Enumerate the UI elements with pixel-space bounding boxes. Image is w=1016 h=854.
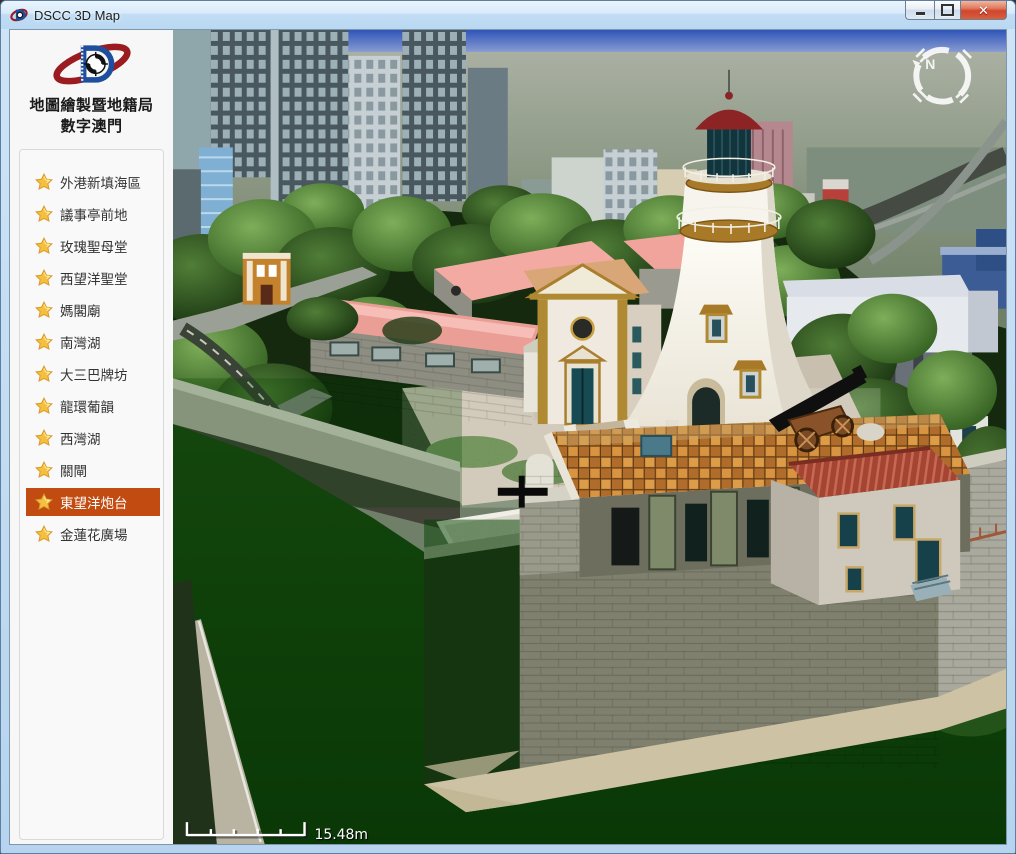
star-icon xyxy=(35,461,53,479)
agency-logo: 地圖繪製暨地籍局 數字澳門 xyxy=(10,30,173,137)
sidebar-item[interactable]: 南灣湖 xyxy=(26,328,160,356)
compass-north-label: N xyxy=(925,56,935,72)
sidebar-item-label: 金蓮花廣場 xyxy=(60,524,128,544)
window-title: DSCC 3D Map xyxy=(34,8,120,23)
sidebar-item[interactable]: 西灣湖 xyxy=(26,424,160,452)
minimize-button[interactable] xyxy=(905,1,934,20)
agency-name: 地圖繪製暨地籍局 xyxy=(10,95,173,116)
star-icon xyxy=(35,365,53,383)
sidebar-list: 外港新填海區 議事亭前地 玫瑰聖母堂 西望洋聖堂 媽閣廟 南灣湖 xyxy=(19,149,164,840)
maximize-icon xyxy=(941,4,954,16)
sidebar-item[interactable]: 西望洋聖堂 xyxy=(26,264,160,292)
star-icon xyxy=(35,269,53,287)
close-button[interactable]: ✕ xyxy=(961,1,1007,20)
sidebar-item-label: 外港新填海區 xyxy=(60,172,141,192)
sidebar-item[interactable]: 外港新填海區 xyxy=(26,168,160,196)
sidebar-item[interactable]: 金蓮花廣場 xyxy=(26,520,160,548)
minimize-icon xyxy=(916,12,925,15)
star-icon xyxy=(35,429,53,447)
star-icon xyxy=(35,237,53,255)
sidebar-item[interactable]: 關閘 xyxy=(26,456,160,484)
star-icon xyxy=(35,301,53,319)
app-icon xyxy=(10,7,28,23)
star-icon xyxy=(35,397,53,415)
sidebar-item[interactable]: 媽閣廟 xyxy=(26,296,160,324)
sidebar-item-label: 西灣湖 xyxy=(60,428,101,448)
product-name: 數字澳門 xyxy=(10,116,173,137)
sidebar-item-label: 關閘 xyxy=(60,460,87,480)
sidebar-item-label: 大三巴牌坊 xyxy=(60,364,128,384)
sidebar: 地圖繪製暨地籍局 數字澳門 外港新填海區 議事亭前地 玫瑰聖母堂 西望洋聖堂 xyxy=(10,30,173,844)
red-roof-house xyxy=(771,448,960,605)
map-3d-viewport[interactable]: N 15.48m xyxy=(173,30,1006,844)
sidebar-item-label: 南灣湖 xyxy=(60,332,101,352)
sidebar-item[interactable]: 議事亭前地 xyxy=(26,200,160,228)
title-bar[interactable]: DSCC 3D Map ✕ xyxy=(1,1,1015,29)
close-icon: ✕ xyxy=(978,4,989,17)
sidebar-item[interactable]: 龍環葡韻 xyxy=(26,392,160,420)
sidebar-item-label: 玫瑰聖母堂 xyxy=(60,236,128,256)
app-window: DSCC 3D Map ✕ 地圖繪製暨地籍局 數 xyxy=(0,0,1016,854)
sidebar-item-label: 媽閣廟 xyxy=(60,300,101,320)
maximize-button[interactable] xyxy=(934,1,961,20)
sidebar-item-label: 西望洋聖堂 xyxy=(60,268,128,288)
sidebar-item[interactable]: 玫瑰聖母堂 xyxy=(26,232,160,260)
sidebar-item[interactable]: 東望洋炮台 xyxy=(26,488,160,516)
star-icon xyxy=(35,205,53,223)
sidebar-item-label: 議事亭前地 xyxy=(60,204,128,224)
sidebar-item-label: 東望洋炮台 xyxy=(60,492,128,512)
star-icon xyxy=(35,333,53,351)
scale-label: 15.48m xyxy=(314,827,368,843)
star-icon xyxy=(35,173,53,191)
sidebar-item[interactable]: 大三巴牌坊 xyxy=(26,360,160,388)
dscc-logo-icon xyxy=(50,38,134,90)
colonial-house xyxy=(243,253,291,305)
sidebar-item-label: 龍環葡韻 xyxy=(60,396,114,416)
star-icon xyxy=(35,493,53,511)
star-icon xyxy=(35,525,53,543)
